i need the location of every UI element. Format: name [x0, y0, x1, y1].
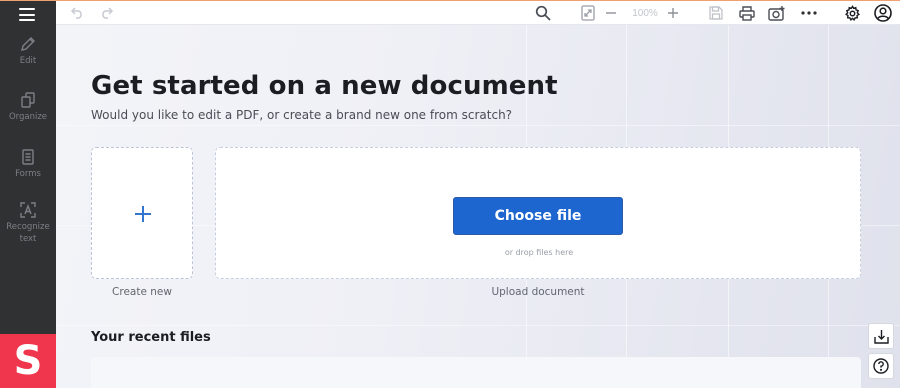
account-icon: [874, 4, 892, 22]
settings-icon: [844, 4, 860, 21]
undo-icon: [70, 7, 82, 19]
more-icon: [801, 11, 817, 15]
ocr-text-icon: [20, 202, 36, 218]
settings-button[interactable]: [841, 1, 863, 25]
zoom-out-icon: [606, 12, 616, 14]
print-icon: [739, 5, 755, 21]
form-document-icon: [22, 149, 34, 165]
plus-icon: [135, 206, 151, 222]
add-image-button[interactable]: [766, 1, 788, 25]
menu-icon[interactable]: [19, 8, 35, 21]
zoom-level[interactable]: 100%: [628, 1, 662, 25]
upload-document-caption: Upload document: [491, 286, 585, 298]
create-new-card[interactable]: [91, 147, 193, 279]
search-icon: [535, 5, 551, 21]
organize-pages-icon: [21, 92, 35, 108]
zoom-in-button[interactable]: [664, 1, 682, 25]
sidebar-item-edit[interactable]: Edit: [0, 35, 56, 67]
sidebar-item-forms[interactable]: Forms: [0, 148, 56, 180]
undo-button[interactable]: [66, 1, 88, 25]
page-title: Get started on a new document: [91, 71, 558, 101]
sidebar-item-label: Recognize text: [6, 222, 50, 244]
redo-icon: [102, 7, 114, 19]
upload-dropzone[interactable]: Choose file or drop files here: [215, 147, 861, 279]
print-button[interactable]: [736, 1, 758, 25]
sidebar: Edit Organize Forms Recognize text S: [0, 1, 56, 388]
download-button[interactable]: [868, 323, 894, 349]
sidebar-item-label: Organize: [8, 112, 48, 122]
sidebar-item-label: Forms: [15, 169, 41, 179]
account-button[interactable]: [872, 1, 894, 25]
create-new-caption: Create new: [112, 286, 172, 298]
help-button[interactable]: [868, 353, 894, 379]
save-icon: [709, 6, 723, 20]
page-subtitle: Would you like to edit a PDF, or create …: [91, 108, 513, 122]
main-content: Get started on a new document Would you …: [56, 25, 900, 388]
sidebar-item-recognize-text[interactable]: Recognize text: [0, 201, 56, 245]
fit-page-icon: [581, 5, 595, 21]
sidebar-item-label: Edit: [19, 56, 37, 66]
help-icon: [873, 358, 889, 374]
drop-hint: or drop files here: [504, 248, 574, 257]
add-image-icon: [768, 6, 785, 21]
download-icon: [873, 329, 889, 344]
background-grid-line: [56, 125, 900, 126]
search-button[interactable]: [532, 1, 554, 25]
recent-files-title: Your recent files: [91, 330, 211, 345]
top-toolbar: 100%: [56, 1, 900, 25]
app-logo: S: [0, 334, 56, 388]
redo-button[interactable]: [96, 1, 118, 25]
sidebar-item-organize[interactable]: Organize: [0, 91, 56, 123]
zoom-in-icon: [668, 8, 678, 18]
more-options-button[interactable]: [798, 1, 820, 25]
background-grid-line: [56, 325, 900, 326]
zoom-out-button[interactable]: [602, 1, 620, 25]
pencil-icon: [21, 37, 35, 51]
choose-file-button[interactable]: Choose file: [453, 197, 623, 235]
fit-page-button[interactable]: [578, 1, 598, 25]
save-button[interactable]: [706, 1, 726, 25]
recent-files-panel: [91, 357, 861, 388]
